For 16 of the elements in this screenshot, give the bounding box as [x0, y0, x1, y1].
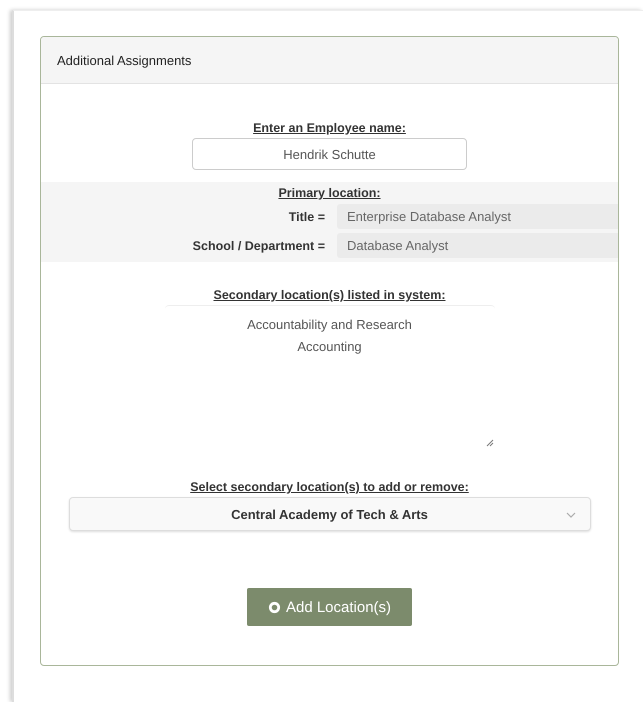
location-select[interactable]: Central Academy of Tech & Arts: [68, 497, 590, 531]
chevron-down-icon: [566, 512, 576, 518]
add-circle-icon: [268, 600, 281, 614]
select-locations-label: Select secondary location(s) to add or remove:: [190, 480, 469, 494]
employee-name-field[interactable]: Hendrik Schutte: [192, 138, 467, 170]
secondary-locations-label: Secondary location(s) listed in system:: [213, 288, 446, 302]
resize-handle-icon[interactable]: [486, 439, 494, 447]
primary-location-label: Primary location:: [278, 186, 381, 200]
readonly-field[interactable]: Enterprise Database Analyst: [337, 204, 618, 229]
readonly-field[interactable]: Database Analyst: [337, 233, 618, 258]
field-label: Title =: [288, 210, 325, 224]
secondary-locations-textarea[interactable]: Accountability and Research Accounting: [164, 305, 494, 448]
card-title: Additional Assignments: [57, 52, 192, 68]
employee-label: Enter an Employee name:: [253, 121, 406, 135]
field-label: School / Department =: [192, 238, 325, 252]
add-location-button[interactable]: Add Location(s): [247, 588, 412, 626]
